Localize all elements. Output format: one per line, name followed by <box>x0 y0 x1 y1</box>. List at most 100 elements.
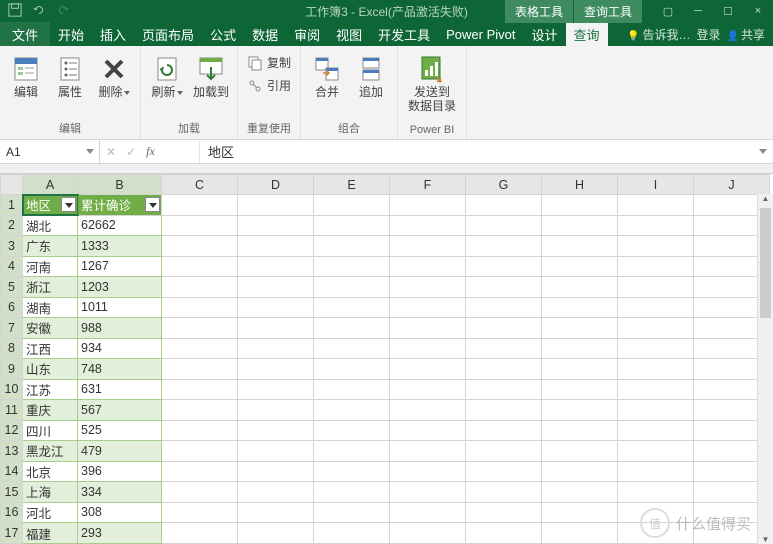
cell[interactable]: 396 <box>78 461 162 482</box>
cell[interactable] <box>466 318 542 339</box>
row-header[interactable]: 4 <box>1 256 23 277</box>
cell[interactable]: 黑龙江 <box>23 441 78 462</box>
cell[interactable] <box>390 338 466 359</box>
cell[interactable] <box>314 338 390 359</box>
tab-developer[interactable]: 开发工具 <box>370 22 438 46</box>
cell[interactable]: 山东 <box>23 359 78 380</box>
cell[interactable]: 四川 <box>23 420 78 441</box>
cell[interactable] <box>390 379 466 400</box>
cell[interactable] <box>238 338 314 359</box>
cell[interactable] <box>238 502 314 523</box>
cell[interactable] <box>542 379 618 400</box>
cell[interactable] <box>162 236 238 257</box>
cell[interactable]: 河南 <box>23 256 78 277</box>
row-header[interactable]: 13 <box>1 441 23 462</box>
cell[interactable] <box>542 502 618 523</box>
column-header[interactable]: C <box>162 175 238 195</box>
tab-page-layout[interactable]: 页面布局 <box>134 22 202 46</box>
cell[interactable] <box>162 338 238 359</box>
cell[interactable]: 1267 <box>78 256 162 277</box>
cell[interactable]: 湖北 <box>23 215 78 236</box>
cell[interactable] <box>314 420 390 441</box>
vertical-scrollbar[interactable] <box>757 194 773 544</box>
cell[interactable] <box>314 482 390 503</box>
cell[interactable] <box>390 461 466 482</box>
cell[interactable] <box>542 256 618 277</box>
cell[interactable] <box>542 461 618 482</box>
cell[interactable] <box>466 502 542 523</box>
cell[interactable] <box>162 318 238 339</box>
cell[interactable] <box>542 195 618 216</box>
properties-button[interactable]: 属性 <box>50 52 90 102</box>
row-header[interactable]: 2 <box>1 215 23 236</box>
row-header[interactable]: 14 <box>1 461 23 482</box>
cell[interactable] <box>238 461 314 482</box>
tab-file[interactable]: 文件 <box>0 22 50 46</box>
cell[interactable]: 累计确诊 <box>78 195 162 216</box>
cell[interactable] <box>238 379 314 400</box>
cell[interactable]: 重庆 <box>23 400 78 421</box>
row-header[interactable]: 16 <box>1 502 23 523</box>
cell[interactable] <box>618 441 694 462</box>
cell[interactable]: 748 <box>78 359 162 380</box>
tab-home[interactable]: 开始 <box>50 22 92 46</box>
tab-data[interactable]: 数据 <box>244 22 286 46</box>
ribbon-options-icon[interactable]: ▢ <box>653 1 683 22</box>
cell[interactable]: 479 <box>78 441 162 462</box>
row-header[interactable]: 5 <box>1 277 23 298</box>
row-header[interactable]: 1 <box>1 195 23 216</box>
column-header[interactable]: A <box>23 175 78 195</box>
cell[interactable] <box>314 523 390 544</box>
row-header[interactable]: 6 <box>1 297 23 318</box>
cell[interactable] <box>314 277 390 298</box>
cell[interactable] <box>542 297 618 318</box>
cell[interactable] <box>466 441 542 462</box>
cell[interactable] <box>390 318 466 339</box>
cell[interactable] <box>390 482 466 503</box>
column-header[interactable]: H <box>542 175 618 195</box>
cell[interactable] <box>238 256 314 277</box>
cell[interactable] <box>390 236 466 257</box>
cell[interactable] <box>162 502 238 523</box>
tab-view[interactable]: 视图 <box>328 22 370 46</box>
cell[interactable] <box>542 236 618 257</box>
cell[interactable] <box>618 420 694 441</box>
cell[interactable] <box>466 236 542 257</box>
cell[interactable] <box>390 502 466 523</box>
cell[interactable] <box>466 400 542 421</box>
cell[interactable] <box>314 461 390 482</box>
cell[interactable] <box>314 256 390 277</box>
cell[interactable]: 江苏 <box>23 379 78 400</box>
cell[interactable] <box>314 195 390 216</box>
tab-review[interactable]: 审阅 <box>286 22 328 46</box>
tab-insert[interactable]: 插入 <box>92 22 134 46</box>
column-header[interactable]: B <box>78 175 162 195</box>
accept-formula-icon[interactable]: ✓ <box>126 145 136 159</box>
cell[interactable]: 浙江 <box>23 277 78 298</box>
cell[interactable] <box>314 318 390 339</box>
cell[interactable]: 湖南 <box>23 297 78 318</box>
cell[interactable] <box>390 400 466 421</box>
cell[interactable] <box>618 215 694 236</box>
cell[interactable] <box>162 523 238 544</box>
cell[interactable] <box>314 502 390 523</box>
cell[interactable] <box>314 441 390 462</box>
cell[interactable] <box>238 195 314 216</box>
cell[interactable]: 地区 <box>23 195 78 216</box>
cell[interactable] <box>314 379 390 400</box>
cell[interactable] <box>542 338 618 359</box>
cell[interactable] <box>466 379 542 400</box>
cell[interactable] <box>238 297 314 318</box>
cell[interactable] <box>390 215 466 236</box>
redo-icon[interactable] <box>56 3 70 20</box>
row-header[interactable]: 15 <box>1 482 23 503</box>
cell[interactable] <box>162 277 238 298</box>
cell[interactable] <box>466 215 542 236</box>
cell[interactable] <box>162 441 238 462</box>
cell[interactable] <box>162 215 238 236</box>
cell[interactable] <box>466 297 542 318</box>
reference-button[interactable]: 引用 <box>244 75 294 96</box>
cell[interactable] <box>466 277 542 298</box>
send-catalog-button[interactable]: 发送到 数据目录 <box>404 52 460 116</box>
worksheet-grid[interactable]: ABCDEFGHIJ 1地区累计确诊2湖北626623广东13334河南1267… <box>0 174 773 544</box>
